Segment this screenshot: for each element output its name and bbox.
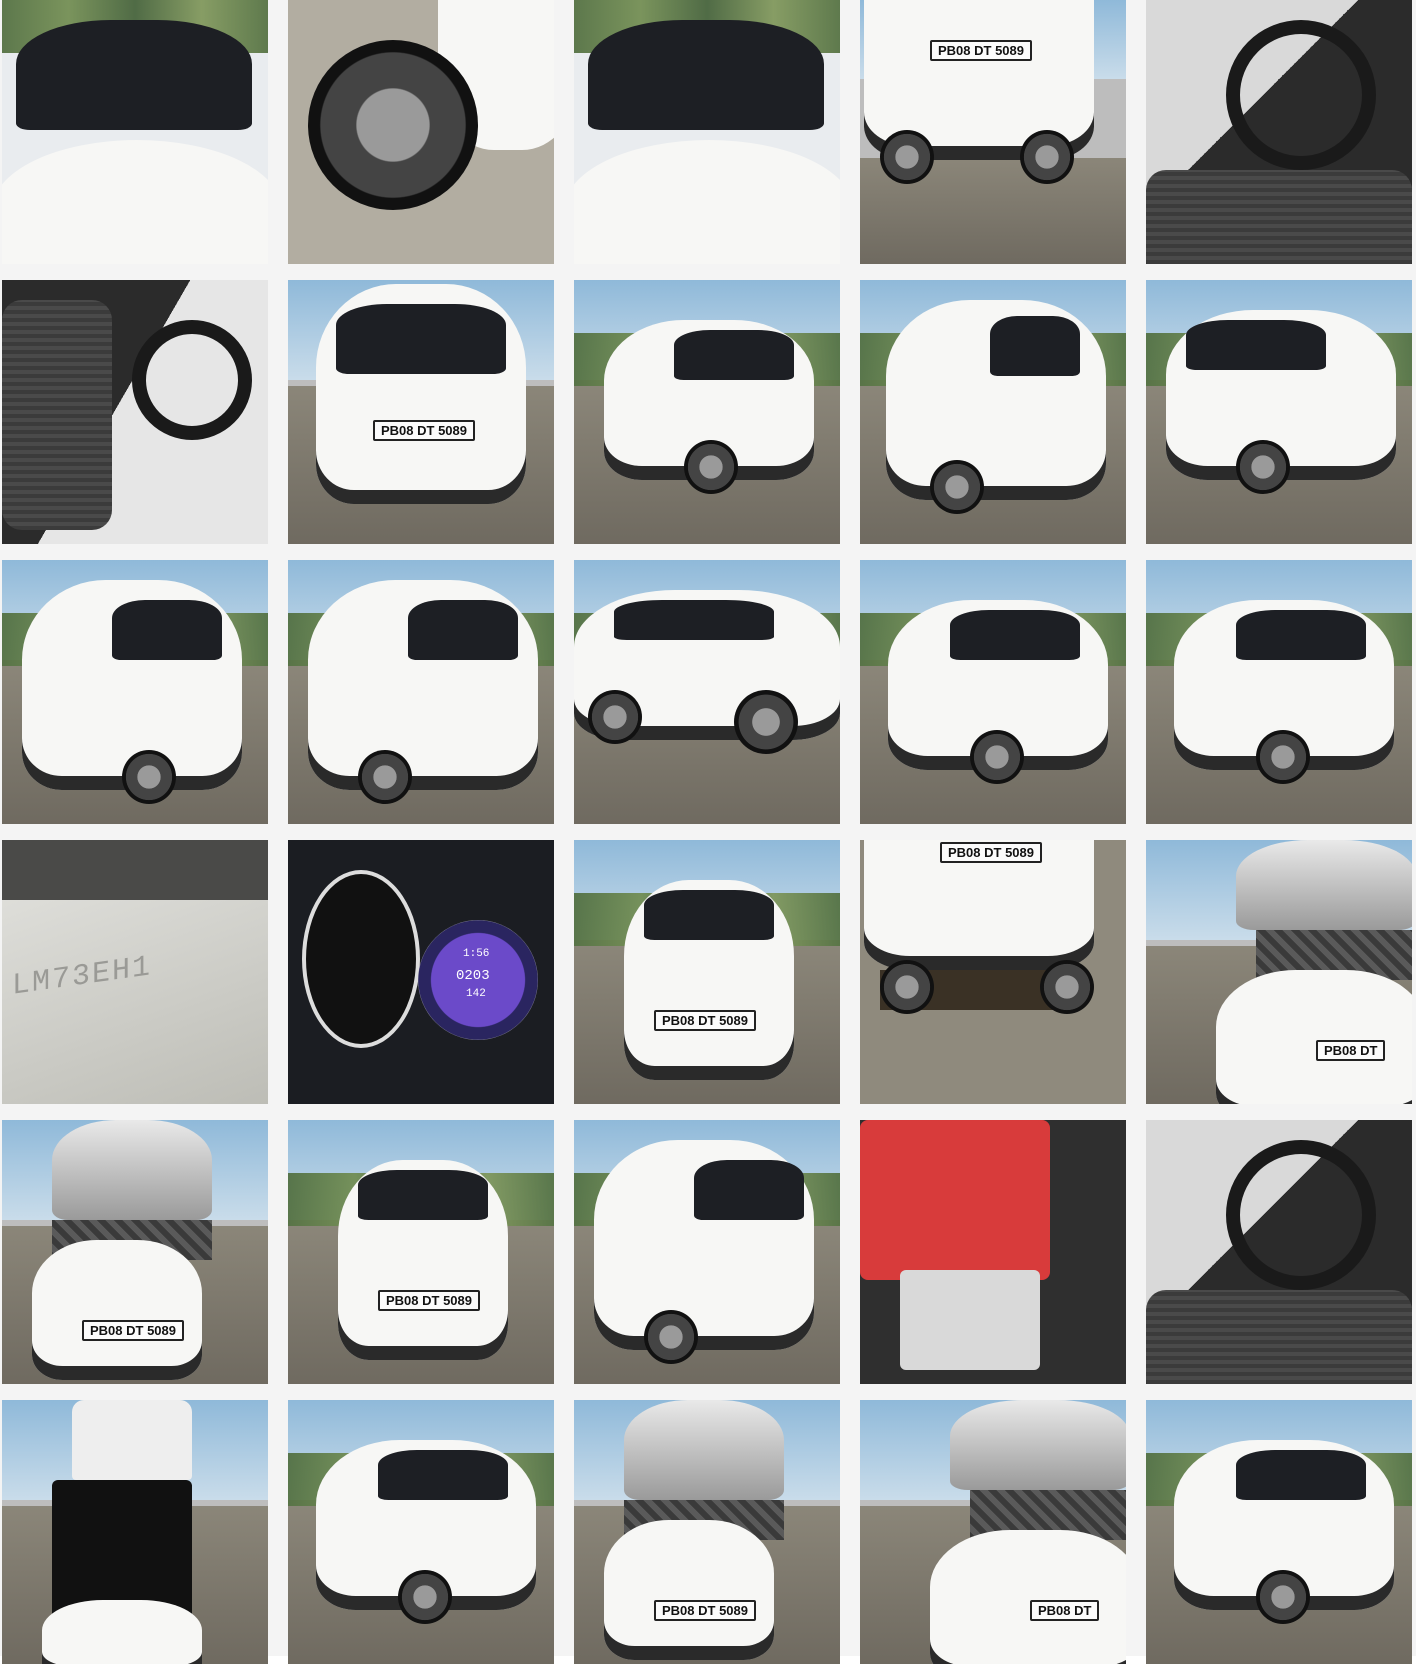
license-plate: PB08 DT 5089 <box>373 420 475 441</box>
photo-thumbnail-6[interactable] <box>2 280 268 544</box>
photo-thumbnail-1[interactable] <box>2 0 268 264</box>
license-plate: PB08 DT 5089 <box>930 40 1032 61</box>
photo-thumbnail-4[interactable]: PB08 DT 5089 <box>860 0 1126 264</box>
photo-thumbnail-18[interactable]: PB08 DT 5089 <box>574 840 840 1104</box>
odometer-readout: 0203 <box>456 968 490 984</box>
photo-thumbnail-13[interactable] <box>574 560 840 824</box>
photo-thumbnail-16[interactable]: LM73EH1 <box>2 840 268 1104</box>
photo-thumbnail-9[interactable] <box>860 280 1126 544</box>
photo-gallery: PB08 DT 5089 PB08 DT 5089 LM73EH1 1:56 0… <box>0 0 1416 1664</box>
license-plate: PB08 DT 5089 <box>82 1320 184 1341</box>
photo-thumbnail-5[interactable] <box>1146 0 1412 264</box>
photo-thumbnail-23[interactable] <box>574 1120 840 1384</box>
photo-thumbnail-21[interactable]: PB08 DT 5089 <box>2 1120 268 1384</box>
photo-thumbnail-27[interactable] <box>288 1400 554 1664</box>
photo-thumbnail-22[interactable]: PB08 DT 5089 <box>288 1120 554 1384</box>
license-plate: PB08 DT <box>1030 1600 1100 1621</box>
photo-thumbnail-29[interactable]: PB08 DT <box>860 1400 1126 1664</box>
clock-readout: 1:56 <box>463 948 490 960</box>
photo-thumbnail-30[interactable] <box>1146 1400 1412 1664</box>
photo-thumbnail-2[interactable] <box>288 0 554 264</box>
license-plate: PB08 DT 5089 <box>940 842 1042 863</box>
photo-thumbnail-12[interactable] <box>288 560 554 824</box>
photo-thumbnail-14[interactable] <box>860 560 1126 824</box>
license-plate: PB08 DT 5089 <box>378 1290 480 1311</box>
license-plate: PB08 DT <box>1316 1040 1386 1061</box>
photo-thumbnail-3[interactable] <box>574 0 840 264</box>
license-plate: PB08 DT 5089 <box>654 1010 756 1031</box>
photo-thumbnail-20[interactable]: PB08 DT <box>1146 840 1412 1104</box>
photo-thumbnail-8[interactable] <box>574 280 840 544</box>
photo-thumbnail-26[interactable] <box>2 1400 268 1664</box>
photo-thumbnail-15[interactable] <box>1146 560 1412 824</box>
photo-thumbnail-7[interactable]: PB08 DT 5089 <box>288 280 554 544</box>
photo-thumbnail-25[interactable] <box>1146 1120 1412 1384</box>
trip-readout: 142 <box>466 988 486 1000</box>
license-plate: PB08 DT 5089 <box>654 1600 756 1621</box>
photo-thumbnail-11[interactable] <box>2 560 268 824</box>
photo-thumbnail-10[interactable] <box>1146 280 1412 544</box>
photo-thumbnail-24[interactable] <box>860 1120 1126 1384</box>
photo-thumbnail-17[interactable]: 1:56 0203 142 <box>288 840 554 1104</box>
photo-thumbnail-19[interactable]: PB08 DT 5089 <box>860 840 1126 1104</box>
photo-thumbnail-28[interactable]: PB08 DT 5089 <box>574 1400 840 1664</box>
